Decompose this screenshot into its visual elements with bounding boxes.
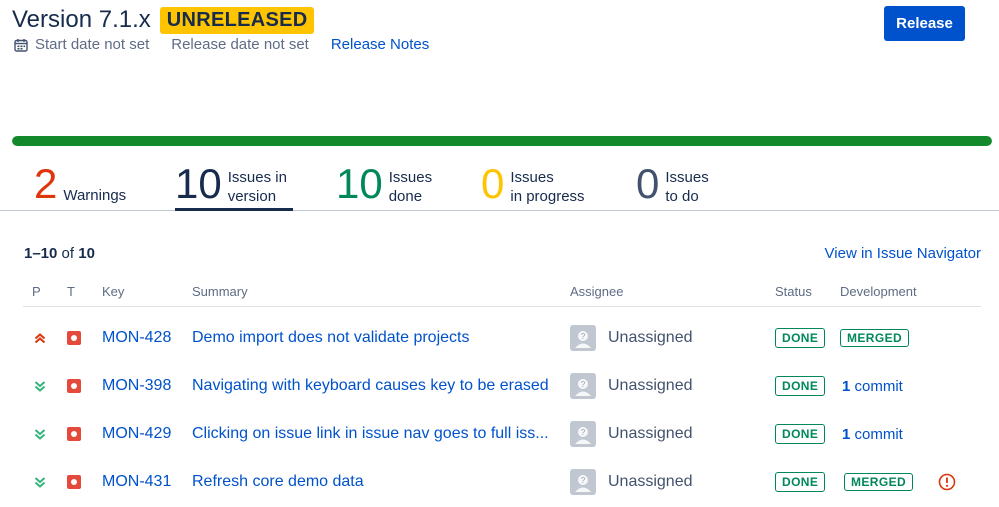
results-count: 1–10 of 10 [24, 245, 95, 262]
column-header-priority[interactable]: P [32, 284, 41, 299]
type-cell [67, 314, 81, 362]
calendar-icon [14, 38, 28, 52]
priority-cell [33, 458, 47, 506]
lowest-priority-icon [34, 381, 46, 392]
avatar: ? [570, 469, 596, 495]
warnings-count: 2 [34, 160, 58, 207]
type-cell [67, 410, 81, 458]
issues-in-progress-count: 0 [481, 160, 505, 207]
column-header-summary[interactable]: Summary [192, 284, 248, 299]
tab-issues-done[interactable]: 10 Issues done [336, 160, 446, 211]
release-notes-link[interactable]: Release Notes [331, 36, 429, 53]
svg-text:?: ? [581, 428, 586, 437]
avatar: ? [570, 373, 596, 399]
issues-done-count: 10 [336, 160, 383, 207]
status-badge: DONE [775, 376, 826, 396]
svg-text:?: ? [581, 380, 586, 389]
header-divider [23, 306, 981, 307]
table-row[interactable]: MON-398 Navigating with keyboard causes … [0, 362, 999, 410]
development-commit-link[interactable]: 1 commit [842, 378, 903, 395]
issues-in-version-count: 10 [175, 160, 222, 207]
priority-cell [33, 314, 47, 362]
table-row[interactable]: MON-431 Refresh core demo data ? Unassig… [0, 458, 999, 506]
column-header-key[interactable]: Key [102, 284, 124, 299]
progress-fill-done [12, 136, 992, 146]
issue-key-link[interactable]: MON-429 [102, 425, 171, 443]
view-in-issue-navigator-link[interactable]: View in Issue Navigator [825, 245, 981, 262]
unassigned-avatar-icon: ? [575, 427, 591, 444]
issue-summary-link[interactable]: Navigating with keyboard causes key to b… [192, 362, 554, 410]
start-date: Start date not set [35, 36, 150, 53]
assignee-cell: ? Unassigned [570, 362, 693, 410]
assignee-name: Unassigned [608, 425, 693, 442]
lowest-priority-icon [34, 429, 46, 440]
bug-icon [67, 379, 81, 393]
unassigned-avatar-icon: ? [575, 331, 591, 348]
issues-in-version-label: Issues in version [227, 169, 287, 205]
lowest-priority-icon [34, 477, 46, 488]
avatar: ? [570, 325, 596, 351]
issue-summary-link[interactable]: Clicking on issue link in issue nav goes… [192, 410, 554, 458]
bug-icon [67, 331, 81, 345]
column-header-assignee[interactable]: Assignee [570, 284, 623, 299]
table-row[interactable]: MON-428 Demo import does not validate pr… [0, 314, 999, 362]
priority-cell [33, 410, 47, 458]
warning-icon[interactable] [938, 473, 956, 491]
assignee-name: Unassigned [608, 329, 693, 346]
column-header-type[interactable]: T [67, 284, 75, 299]
assignee-cell: ? Unassigned [570, 314, 693, 362]
avatar: ? [570, 421, 596, 447]
version-meta: Start date not set Release date not set … [14, 36, 429, 53]
release-button[interactable]: Release [884, 6, 965, 41]
assignee-cell: ? Unassigned [570, 458, 693, 506]
highest-priority-icon [34, 333, 46, 344]
issues-to-do-count: 0 [636, 160, 660, 207]
issues-in-progress-label: Issues in progress [510, 169, 585, 205]
development-commit-link[interactable]: 1 commit [842, 426, 903, 443]
issue-summary-link[interactable]: Demo import does not validate projects [192, 314, 554, 362]
unassigned-avatar-icon: ? [575, 475, 591, 492]
column-header-development[interactable]: Development [840, 284, 917, 299]
status-badge: DONE [775, 424, 826, 444]
svg-text:?: ? [581, 476, 586, 485]
development-merged-badge[interactable]: MERGED [840, 329, 910, 347]
version-header: Version 7.1.x UNRELEASED Start date not … [12, 6, 999, 66]
table-row[interactable]: MON-429 Clicking on issue link in issue … [0, 410, 999, 458]
issues-to-do-label: Issues to do [665, 169, 709, 205]
issue-summary-link[interactable]: Refresh core demo data [192, 458, 554, 506]
status-badge: DONE [775, 472, 826, 492]
svg-text:?: ? [581, 332, 586, 341]
bug-icon [67, 427, 81, 441]
tab-issues-to-do[interactable]: 0 Issues to do [636, 160, 726, 211]
bug-icon [67, 475, 81, 489]
assignee-name: Unassigned [608, 473, 693, 490]
unassigned-avatar-icon: ? [575, 379, 591, 396]
issue-stats-tabs: 2 Warnings 10 Issues in version 10 Issues… [0, 160, 999, 211]
type-cell [67, 362, 81, 410]
status-lozenge: UNRELEASED [159, 6, 314, 34]
issue-key-link[interactable]: MON-431 [102, 473, 171, 491]
version-progress-bar [12, 136, 992, 146]
tab-issues-in-progress[interactable]: 0 Issues in progress [481, 160, 601, 211]
column-header-status[interactable]: Status [775, 284, 812, 299]
priority-cell [33, 362, 47, 410]
type-cell [67, 458, 81, 506]
status-badge: DONE [775, 328, 826, 348]
assignee-name: Unassigned [608, 377, 693, 394]
version-title: Version 7.1.x [12, 6, 151, 33]
warnings-label: Warnings [63, 187, 127, 204]
assignee-cell: ? Unassigned [570, 410, 693, 458]
issues-done-label: Issues done [388, 169, 433, 205]
issue-key-link[interactable]: MON-398 [102, 377, 171, 395]
development-merged-badge[interactable]: MERGED [844, 473, 914, 491]
issue-key-link[interactable]: MON-428 [102, 329, 171, 347]
tab-warnings[interactable]: 2 Warnings [34, 160, 134, 211]
release-date: Release date not set [171, 36, 309, 53]
tab-issues-in-version[interactable]: 10 Issues in version [175, 160, 293, 211]
